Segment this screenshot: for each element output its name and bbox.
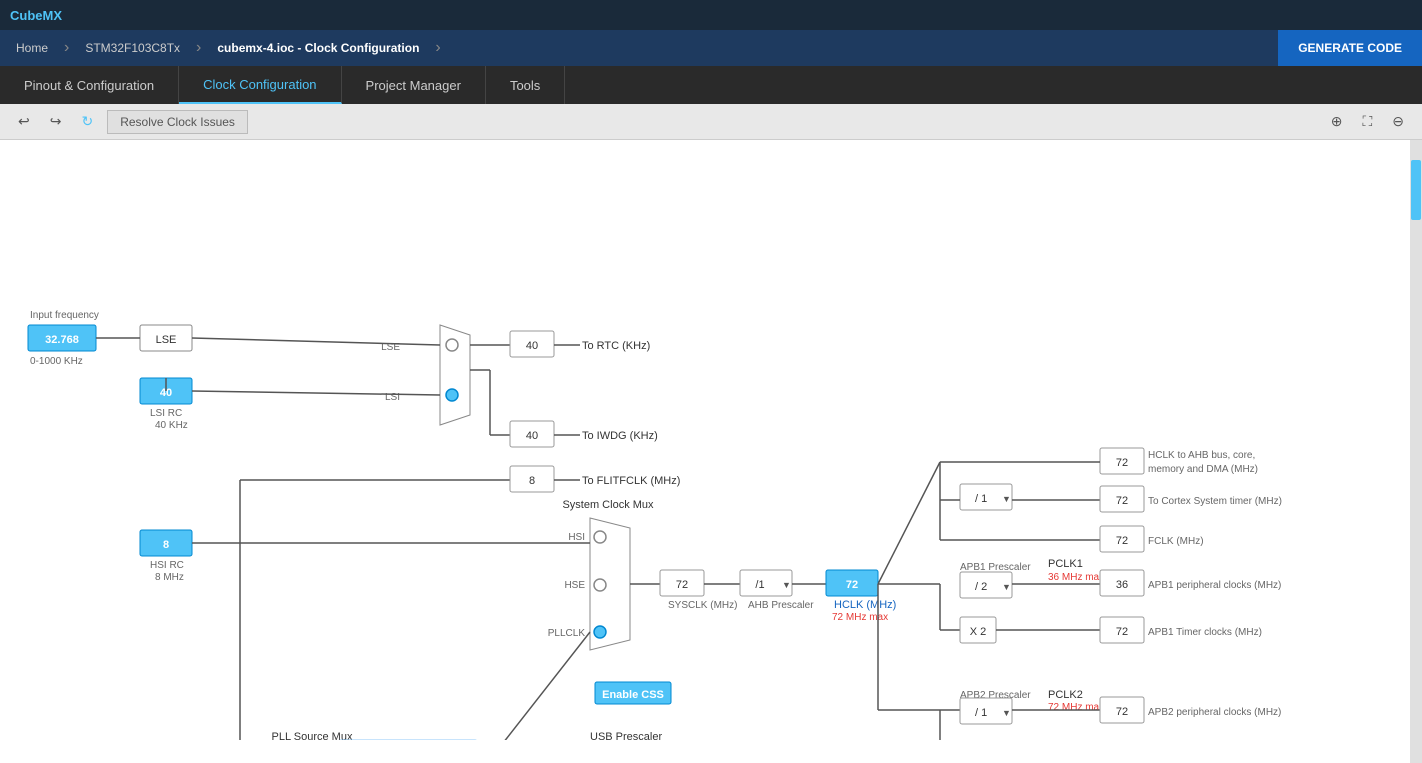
nav-file[interactable]: cubemx-4.ioc - Clock Configuration <box>201 30 435 66</box>
clock-diagram-area[interactable]: Input frequency 32.768 0-1000 KHz LSE 40… <box>0 140 1410 763</box>
cortex-div-value: / 1 <box>975 493 987 505</box>
refresh-button[interactable]: ↻ <box>75 109 99 134</box>
resolve-clock-button[interactable]: Resolve Clock Issues <box>107 110 248 134</box>
main-content: Input frequency 32.768 0-1000 KHz LSE 40… <box>0 140 1422 763</box>
hsi-rc-unit: 8 MHz <box>155 572 184 583</box>
nav-sep-3: › <box>435 39 440 57</box>
zoom-in-button[interactable]: ⊕ <box>1325 109 1349 134</box>
input-freq-top-value: 32.768 <box>45 334 79 346</box>
nav-home[interactable]: Home <box>0 30 64 66</box>
apb2-periph-value: 72 <box>1116 706 1128 718</box>
sys-clk-mux-label: System Clock Mux <box>562 499 654 511</box>
ahb-prescaler-label: AHB Prescaler <box>748 600 814 611</box>
tab-tools[interactable]: Tools <box>486 66 565 104</box>
app-logo: CubeMX <box>10 8 62 23</box>
lsi-rc-label: LSI RC <box>150 408 182 419</box>
top-bar: CubeMX <box>0 0 1422 30</box>
apb1-periph-label: APB1 peripheral clocks (MHz) <box>1148 580 1281 591</box>
svg-text:▼: ▼ <box>1002 582 1011 592</box>
rtc-label: To RTC (KHz) <box>582 340 650 352</box>
pllclk-sys-radio-selected <box>594 626 606 638</box>
lsi-radio-selected <box>446 389 458 401</box>
scrollbar[interactable] <box>1410 140 1422 763</box>
hsi-sys-label: HSI <box>568 532 585 543</box>
hclk-ahb-label2: memory and DMA (MHz) <box>1148 464 1258 475</box>
svg-text:▼: ▼ <box>1002 708 1011 718</box>
flit-value: 8 <box>529 475 535 487</box>
apb1-timer-label: APB1 Timer clocks (MHz) <box>1148 627 1262 638</box>
pclk2-max: 72 MHz max <box>1048 702 1104 713</box>
zoom-out-button[interactable]: ⊖ <box>1386 109 1410 134</box>
iwdg-label: To IWDG (KHz) <box>582 430 658 442</box>
sysclk-label: SYSCLK (MHz) <box>668 600 737 611</box>
pclk2-label: PCLK2 <box>1048 689 1083 701</box>
sysclk-value: 72 <box>676 579 688 591</box>
apb2-div-value: / 1 <box>975 707 987 719</box>
apb2-periph-label: APB2 peripheral clocks (MHz) <box>1148 707 1281 718</box>
pclk1-max: 36 MHz max <box>1048 572 1104 583</box>
hclk-label: HCLK (MHz) <box>834 599 896 611</box>
undo-button[interactable]: ↩ <box>12 109 36 134</box>
redo-button[interactable]: ↪ <box>44 109 68 134</box>
hclk-ahb-value: 72 <box>1116 457 1128 469</box>
pll-source-mux-label: PLL Source Mux <box>272 731 353 740</box>
pll-to-sysmux <box>478 632 590 740</box>
hsi-rc-value: 8 <box>163 539 169 551</box>
fit-button[interactable]: ⛶ <box>1356 109 1378 134</box>
tab-clock[interactable]: Clock Configuration <box>179 66 341 104</box>
apb1-prescaler-label: APB1 Prescaler <box>960 562 1031 573</box>
iwdg-value: 40 <box>526 430 538 442</box>
toolbar: ↩ ↪ ↻ Resolve Clock Issues ⊕ ⛶ ⊖ <box>0 104 1422 140</box>
nav-chip[interactable]: STM32F103C8Tx <box>69 30 196 66</box>
scrollbar-thumb[interactable] <box>1411 160 1421 220</box>
hclk-max: 72 MHz max <box>832 612 888 623</box>
input-freq-top-label: Input frequency <box>30 310 99 321</box>
hclk-to-ahb-line <box>878 462 940 584</box>
tab-pinout[interactable]: Pinout & Configuration <box>0 66 179 104</box>
hsi-rc-label: HSI RC <box>150 560 184 571</box>
usb-prescaler-label: USB Prescaler <box>590 731 662 740</box>
hclk-ahb-label: HCLK to AHB bus, core, <box>1148 450 1255 461</box>
cortex-value: 72 <box>1116 495 1128 507</box>
apb1-timer-value: 72 <box>1116 626 1128 638</box>
cortex-label: To Cortex System timer (MHz) <box>1148 496 1282 507</box>
fclk-label: FCLK (MHz) <box>1148 536 1204 547</box>
apb1-periph-value: 36 <box>1116 579 1128 591</box>
nav-bar: Home › STM32F103C8Tx › cubemx-4.ioc - Cl… <box>0 30 1422 66</box>
enable-css-label: Enable CSS <box>602 689 664 701</box>
hse-sys-label: HSE <box>564 580 585 591</box>
lse-label: LSE <box>156 334 177 346</box>
hsi-sys-radio <box>594 531 606 543</box>
apb1-timer-mult: X 2 <box>970 626 987 638</box>
pllclk-sys-label: PLLCLK <box>548 628 586 639</box>
clock-diagram-svg: Input frequency 32.768 0-1000 KHz LSE 40… <box>0 140 1410 740</box>
rtc-value: 40 <box>526 340 538 352</box>
lse-line <box>192 338 440 345</box>
svg-text:▼: ▼ <box>782 580 791 590</box>
tab-project[interactable]: Project Manager <box>342 66 486 104</box>
lsi-line <box>192 391 440 395</box>
apb1-div-value: / 2 <box>975 581 987 593</box>
ahb-div-value: /1 <box>755 579 764 591</box>
lsi-rc-unit: 40 KHz <box>155 420 188 431</box>
hclk-value: 72 <box>846 579 858 591</box>
flit-label: To FLITFCLK (MHz) <box>582 475 680 487</box>
pclk1-label: PCLK1 <box>1048 558 1083 570</box>
svg-text:▼: ▼ <box>1002 494 1011 504</box>
generate-code-button[interactable]: GENERATE CODE <box>1278 30 1422 66</box>
fclk-value: 72 <box>1116 535 1128 547</box>
input-freq-top-range: 0-1000 KHz <box>30 356 83 367</box>
lse-radio <box>446 339 458 351</box>
hse-sys-radio <box>594 579 606 591</box>
tab-bar: Pinout & Configuration Clock Configurati… <box>0 66 1422 104</box>
